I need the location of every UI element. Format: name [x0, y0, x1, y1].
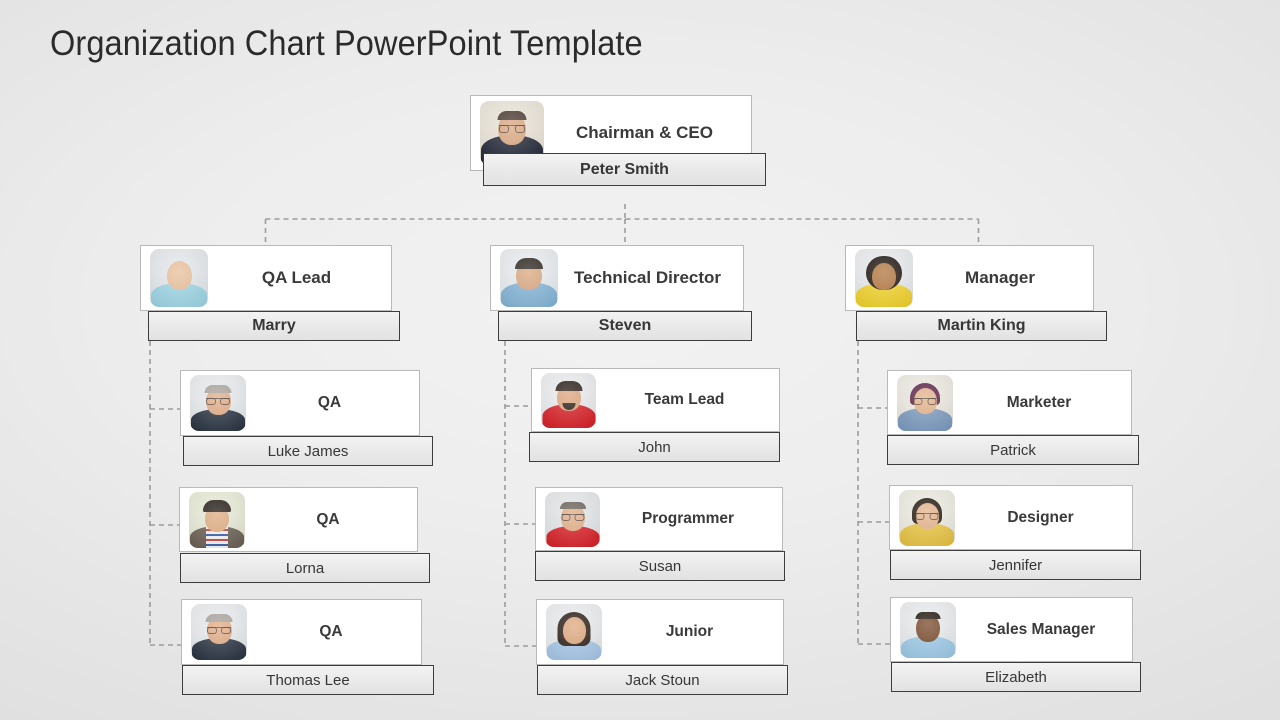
org-name-qa-1[interactable]: Luke James [183, 436, 433, 466]
org-name-qa-2[interactable]: Lorna [180, 553, 430, 583]
avatar-junior [546, 604, 602, 660]
org-node-tech-director[interactable]: Technical Director Steven [490, 245, 780, 355]
org-card-qa-1[interactable]: QA [180, 370, 420, 436]
org-card-manager[interactable]: Manager [845, 245, 1094, 311]
org-card-qa-2[interactable]: QA [179, 487, 418, 552]
org-role-manager: Manager [965, 268, 1035, 287]
avatar-sales-manager [900, 601, 956, 658]
avatar-tech-director [500, 249, 558, 307]
org-name-junior[interactable]: Jack Stoun [537, 665, 788, 695]
org-card-qa-lead[interactable]: QA Lead [140, 245, 392, 311]
org-name-sales-manager[interactable]: Elizabeth [891, 662, 1141, 692]
org-name-qa-lead[interactable]: Marry [148, 311, 400, 341]
org-card-marketer[interactable]: Marketer [887, 370, 1132, 435]
org-role-team-lead: Team Lead [644, 391, 725, 408]
org-role-qa-1: QA [317, 394, 342, 411]
page-title: Organization Chart PowerPoint Template [50, 24, 643, 63]
org-role-designer: Designer [1007, 508, 1074, 526]
org-node-junior[interactable]: Junior Jack Stoun [536, 599, 796, 699]
org-node-manager[interactable]: Manager Martin King [845, 245, 1135, 355]
org-role-junior: Junior [665, 623, 714, 640]
avatar-qa-lead [150, 249, 208, 307]
org-node-qa-lead[interactable]: QA Lead Marry [140, 245, 430, 355]
org-node-ceo[interactable]: Chairman & CEO Peter Smith [470, 95, 766, 205]
org-role-qa-lead: QA Lead [261, 268, 332, 287]
avatar-marketer [897, 374, 953, 431]
org-node-marketer[interactable]: Marketer Patrick [887, 370, 1147, 470]
avatar-qa-3 [191, 604, 247, 660]
avatar-team-lead [541, 372, 596, 428]
avatar-qa-1 [190, 375, 246, 431]
slide-canvas: Organization Chart PowerPoint Template C… [0, 0, 1280, 720]
org-name-programmer[interactable]: Susan [535, 551, 785, 581]
avatar-designer [899, 489, 955, 546]
org-name-designer[interactable]: Jennifer [890, 550, 1141, 580]
avatar-qa-2 [189, 491, 245, 548]
org-role-ceo: Chairman & CEO [576, 123, 713, 142]
org-card-designer[interactable]: Designer [889, 485, 1133, 550]
org-name-qa-3[interactable]: Thomas Lee [182, 665, 434, 695]
org-node-qa-1[interactable]: QA Luke James [180, 370, 440, 470]
org-node-sales-manager[interactable]: Sales Manager Elizabeth [890, 597, 1150, 697]
org-name-team-lead[interactable]: John [529, 432, 780, 462]
org-role-sales-manager: Sales Manager [986, 620, 1096, 638]
org-role-tech-director: Technical Director [573, 268, 722, 287]
org-node-programmer[interactable]: Programmer Susan [535, 487, 795, 587]
org-role-programmer: Programmer [641, 510, 735, 527]
org-card-junior[interactable]: Junior [536, 599, 784, 665]
org-card-programmer[interactable]: Programmer [535, 487, 783, 551]
org-name-marketer[interactable]: Patrick [887, 435, 1139, 465]
org-role-marketer: Marketer [1006, 393, 1072, 411]
org-card-team-lead[interactable]: Team Lead [531, 368, 780, 432]
org-card-tech-director[interactable]: Technical Director [490, 245, 744, 311]
org-card-sales-manager[interactable]: Sales Manager [890, 597, 1133, 662]
avatar-programmer [545, 491, 600, 547]
org-name-manager[interactable]: Martin King [856, 311, 1107, 341]
org-role-qa-3: QA [319, 623, 343, 640]
org-node-qa-3[interactable]: QA Thomas Lee [181, 599, 441, 699]
avatar-manager [855, 249, 913, 307]
org-card-qa-3[interactable]: QA [181, 599, 422, 665]
org-node-team-lead[interactable]: Team Lead John [529, 368, 791, 468]
org-role-qa-2: QA [316, 510, 340, 528]
org-node-designer[interactable]: Designer Jennifer [889, 485, 1149, 585]
org-name-tech-director[interactable]: Steven [498, 311, 752, 341]
org-node-qa-2[interactable]: QA Lorna [179, 487, 439, 587]
org-name-ceo[interactable]: Peter Smith [483, 153, 766, 186]
